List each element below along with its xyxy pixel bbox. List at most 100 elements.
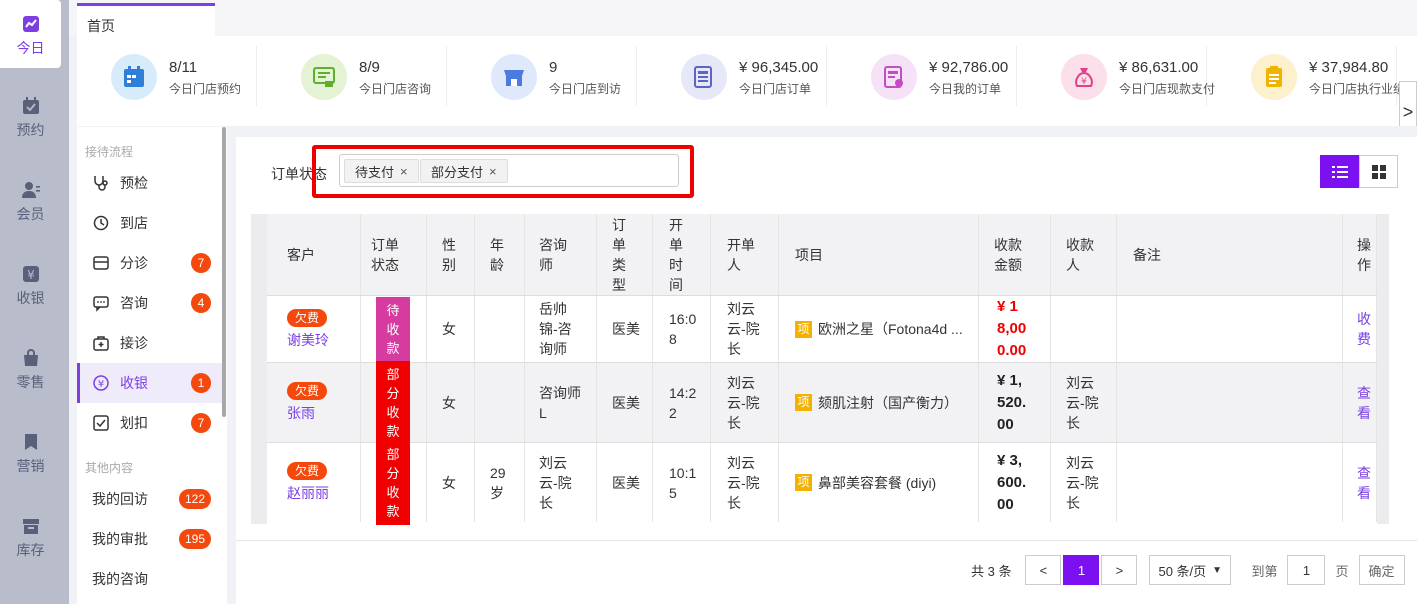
stat-label: 今日门店到访 [549,82,622,96]
calendar-icon [22,97,39,114]
nav-item-inventory[interactable]: 库存 [0,504,61,570]
sidebar-item-follow-up[interactable]: 我的回访 122 [77,479,225,519]
chevron-down-icon: ▼ [1212,564,1223,576]
status-cell: 部 分 收 款 [361,440,427,525]
page-size-select[interactable]: 50 条/页 ▼ [1149,555,1232,585]
nav-item-retail[interactable]: 零售 [0,336,61,402]
section-title: 接待流程 [85,145,134,159]
stat-card[interactable]: 8/11 今日门店预约 [77,46,257,106]
nav-item-marketing[interactable]: 营销 [0,420,61,486]
grid-icon [1371,164,1386,179]
note-cell [1117,363,1343,442]
customer-name-link[interactable]: 张雨 [287,403,315,423]
close-icon[interactable]: × [489,164,497,179]
chip-label: 待支付 [355,164,395,180]
stat-card[interactable]: ¥ ¥ 86,631.00 今日门店现款支付 [1027,46,1215,106]
stat-value: ¥ 92,786.00 [929,59,1009,76]
age-cell [475,296,525,362]
sidebar-item-my-consult[interactable]: 我的咨询 [77,559,225,599]
stat-card[interactable]: ¥ 92,786.00 今日我的订单 [837,46,1017,106]
stat-card[interactable]: ¥ 96,345.00 今日门店订单 [647,46,827,106]
nav-item-member[interactable]: 会员 [0,168,61,234]
news-icon [681,54,727,100]
view-link[interactable]: 查 看 [1343,363,1377,442]
view-link[interactable]: 查 看 [1343,443,1377,522]
sidebar-item-precheck[interactable]: 预检 [77,163,225,203]
member-icon [21,182,40,198]
store-icon [491,54,537,100]
bag-icon [23,349,38,366]
nav-label: 今日 [16,40,45,56]
sidebar-item-label: 我的咨询 [92,571,148,587]
project-tag: 项 [795,474,812,491]
sidebar-item-arrival[interactable]: 到店 [77,203,225,243]
payee-cell [1051,296,1117,362]
order-status-select[interactable]: 待支付 × 部分支付 × [339,154,679,187]
project-cell: 项鼻部美容套餐 (diyi) [779,443,979,522]
table-row[interactable]: 欠费 谢美玲 待 收 款 女 岳帅 锦-咨 询师 医美 16:0 8 刘云 云-… [267,295,1377,362]
nav-item-cashier[interactable]: ¥ 收银 [0,252,61,318]
project-name: 欧洲之星（Fotona4d ... [818,321,963,337]
stat-card[interactable]: 9 今日门店到访 [457,46,637,106]
customer-cell: 欠费 谢美玲 [267,296,361,362]
sidebar-item-label: 我的回访 [92,491,148,507]
amount-cell: ¥ 1, 520. 00 [979,363,1051,442]
pagination: 共 3 条 < 1 > 50 条/页 ▼ 到第 1 页 确定 [971,555,1405,585]
consult-icon [301,54,347,100]
project-name: 鼻部美容套餐 (diyi) [818,474,937,491]
table-row[interactable]: 欠费 张雨 部 分 收 款 女 咨询师 L 医美 14:2 2 刘云 云-院 长… [267,360,1377,445]
customer-cell: 欠费 赵丽丽 [267,443,361,522]
nav-label: 预约 [16,122,45,138]
stat-value: ¥ 86,631.00 [1119,59,1199,76]
nav-item-appointment[interactable]: 预约 [0,84,61,150]
sidebar-item-approval[interactable]: 我的审批 195 [77,519,225,559]
stat-value: ¥ 37,984.80 [1309,59,1389,76]
goto-page-input[interactable]: 1 [1287,555,1326,585]
type-cell: 医美 [597,363,653,442]
stats-next-button[interactable]: > [1399,81,1417,126]
nav-label: 零售 [16,374,45,390]
count-badge: 1 [191,373,211,393]
count-badge: 7 [191,413,211,433]
list-view-button[interactable] [1320,155,1359,188]
yen-icon: ¥ [22,266,39,282]
tab-bar: 首页 [69,0,1417,36]
count-badge: 7 [191,253,211,273]
project-cell: 项欧洲之星（Fotona4d ... [779,296,979,362]
filter-chip: 待支付 × [344,159,419,183]
sidebar-item-cashier[interactable]: ¥ 收银 1 [77,363,225,403]
close-icon[interactable]: × [400,164,408,179]
nav-label: 收银 [16,290,45,306]
arrears-badge: 欠费 [287,382,328,400]
sidebar-item-triage[interactable]: 分诊 7 [77,243,225,283]
customer-name-link[interactable]: 谢美玲 [287,330,329,350]
customer-name-link[interactable]: 赵丽丽 [287,483,329,503]
tab-home[interactable]: 首页 [77,3,215,36]
page-unit-label: 页 [1335,563,1349,579]
nav-item-today[interactable]: 今日 [0,0,61,68]
stat-card[interactable]: 8/9 今日门店咨询 [267,46,447,106]
table-row[interactable]: 欠费 赵丽丽 部 分 收 款 女 29 岁 刘云 云-院 长 医美 10:1 5… [267,440,1377,525]
charge-link[interactable]: 收 费 [1343,296,1377,362]
sidebar-scrollbar[interactable] [222,127,226,417]
page-button-current[interactable]: 1 [1063,555,1100,585]
sidebar-item-deduct[interactable]: 划扣 7 [77,403,225,443]
history-icon [92,214,110,232]
age-cell [475,363,525,442]
note-cell [1117,443,1343,522]
grid-view-button[interactable] [1359,155,1398,188]
next-page-button[interactable]: > [1101,555,1138,585]
type-cell: 医美 [597,296,653,362]
sidebar-item-reception[interactable]: 接诊 [77,323,225,363]
stat-value: ¥ 96,345.00 [739,59,819,76]
project-tag: 项 [795,320,812,338]
order-icon [871,54,917,100]
medical-kit-icon [92,334,110,352]
goto-confirm-button[interactable]: 确定 [1358,555,1405,585]
prev-page-button[interactable]: < [1025,555,1062,585]
inbox-icon [92,254,110,272]
stat-card[interactable]: ¥ 37,984.80 今日门店执行业绩 [1217,46,1405,106]
payee-cell: 刘云 云-院 长 [1051,443,1117,522]
note-cell [1117,296,1343,362]
sidebar-item-consult[interactable]: 咨询 4 [77,283,225,323]
